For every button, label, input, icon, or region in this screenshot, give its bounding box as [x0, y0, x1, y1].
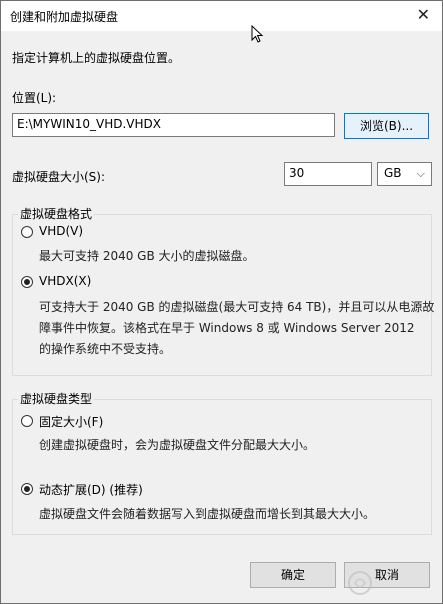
vhdx-description-line: 障事件中恢复。该格式在早于 Windows 8 或 Windows Server… [39, 321, 415, 335]
location-input[interactable]: E:\MYWIN10_VHD.VHDX [12, 113, 335, 137]
vhd-radio-label[interactable]: VHD(V) [39, 224, 83, 238]
size-label: 虚拟硬盘大小(S): [12, 170, 106, 184]
dynamic-description: 虚拟硬盘文件会随着数据写入到虚拟硬盘而增长到其最大大小。 [39, 507, 376, 521]
close-icon[interactable]: ✕ [417, 5, 430, 24]
size-unit-select[interactable]: GB ⌵ [377, 162, 432, 186]
fixed-size-radio[interactable] [21, 415, 33, 427]
dynamic-radio-label[interactable]: 动态扩展(D) (推荐) [39, 481, 143, 498]
title-bar[interactable]: 创建和附加虚拟硬盘 ✕ [1, 1, 442, 31]
ok-button[interactable]: 确定 [250, 562, 336, 588]
vhd-radio[interactable] [21, 226, 33, 238]
vhdx-radio-label[interactable]: VHDX(X) [39, 274, 91, 288]
vhdx-description-line: 可支持大于 2040 GB 的虚拟磁盘(最大可支持 64 TB)，并且可以从电源… [39, 300, 435, 314]
fixed-size-radio-label[interactable]: 固定大小(F) [39, 413, 103, 430]
dynamic-radio[interactable] [21, 483, 33, 495]
type-group-label: 虚拟硬盘类型 [18, 390, 95, 407]
vhd-description: 最大可支持 2040 GB 大小的虚拟磁盘。 [39, 249, 255, 263]
dialog-window: 创建和附加虚拟硬盘 ✕ 指定计算机上的虚拟硬盘位置。 位置(L): E:\MYW… [0, 0, 443, 604]
format-group-label: 虚拟硬盘格式 [18, 205, 95, 222]
vhdx-description: 可支持大于 2040 GB 的虚拟磁盘(最大可支持 64 TB)，并且可以从电源… [39, 297, 434, 360]
fixed-size-description: 创建虚拟硬盘时，会为虚拟硬盘文件分配最大大小。 [39, 438, 316, 452]
vhdx-description-line: 的操作系统中不受支持。 [39, 342, 172, 356]
browse-button[interactable]: 浏览(B)... [344, 113, 429, 139]
chevron-down-icon: ⌵ [416, 167, 425, 180]
instruction-text: 指定计算机上的虚拟硬盘位置。 [12, 51, 181, 65]
mouse-cursor-icon [251, 25, 264, 43]
vhdx-radio[interactable] [21, 276, 33, 288]
size-unit-value: GB [384, 166, 402, 180]
location-label: 位置(L): [12, 91, 57, 105]
watermark-logo [348, 571, 372, 595]
size-input[interactable]: 30 [284, 162, 372, 186]
window-title: 创建和附加虚拟硬盘 [10, 10, 119, 24]
